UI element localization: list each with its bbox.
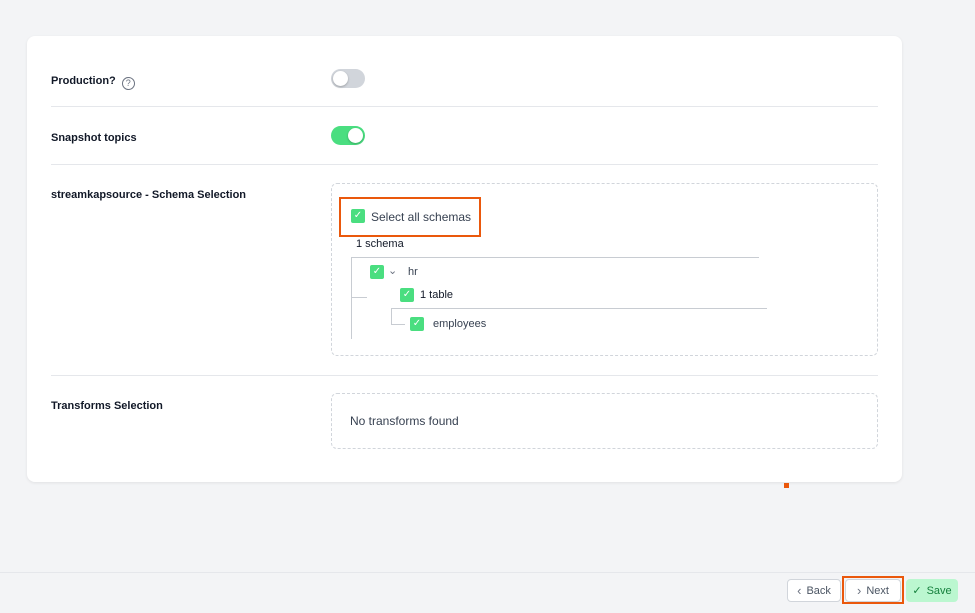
snapshot-topics-toggle[interactable] [331, 126, 365, 145]
highlight-select-all [339, 197, 481, 237]
check-icon: ✓ [912, 585, 922, 597]
tree-line [351, 297, 367, 298]
footer-divider [0, 572, 975, 573]
toggle-knob [333, 71, 348, 86]
schema-selection-label: streamkapsource - Schema Selection [51, 189, 247, 201]
table-employees-checkbox[interactable]: ✓ [410, 317, 424, 331]
production-row: Production?? [51, 75, 135, 90]
back-label: Back [806, 584, 831, 597]
tree-line [391, 308, 767, 309]
tree-line [351, 257, 352, 339]
back-button[interactable]: ‹ Back [787, 579, 841, 602]
toggle-knob [348, 128, 363, 143]
no-transforms-text: No transforms found [350, 414, 459, 428]
divider [51, 375, 878, 376]
tree-line [391, 324, 405, 325]
orange-marker [784, 483, 789, 488]
production-toggle[interactable] [331, 69, 365, 88]
table-count: 1 table [420, 289, 454, 301]
tree-line [391, 308, 392, 324]
schema-count: 1 schema [356, 238, 404, 250]
save-label: Save [926, 584, 952, 597]
tree-line [351, 257, 759, 258]
tables-checkbox[interactable]: ✓ [400, 288, 414, 302]
transforms-selection-label: Transforms Selection [51, 400, 163, 412]
transforms-box: No transforms found [331, 393, 878, 449]
divider [51, 164, 878, 165]
save-button[interactable]: ✓ Save [906, 579, 958, 602]
schema-hr-label: hr [408, 266, 418, 278]
help-icon[interactable]: ? [121, 77, 135, 90]
table-employees-label: employees [433, 318, 487, 330]
snapshot-topics-label: Snapshot topics [51, 132, 137, 144]
production-label: Production? [51, 75, 116, 87]
chevron-down-icon[interactable]: ⌄ [388, 264, 397, 277]
chevron-left-icon: ‹ [797, 583, 802, 598]
connector-settings-card: Production?? Snapshot topics streamkapso… [27, 36, 902, 482]
highlight-next [842, 576, 904, 604]
divider [51, 106, 878, 107]
schema-hr-checkbox[interactable]: ✓ [370, 265, 384, 279]
